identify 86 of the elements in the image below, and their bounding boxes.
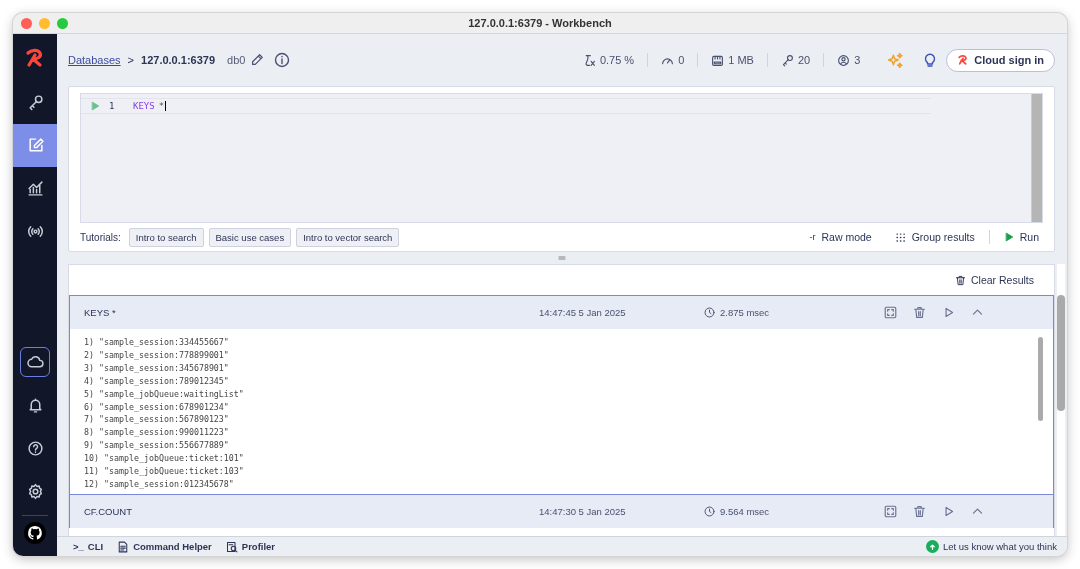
play-icon — [942, 306, 955, 319]
fullscreen-button[interactable] — [884, 306, 897, 319]
databases-link[interactable]: Databases — [68, 54, 121, 66]
duration: 2.875 msec — [720, 307, 770, 318]
logo-icon — [957, 54, 970, 66]
trash-icon — [954, 274, 966, 286]
clear-results-button[interactable]: Clear Results — [948, 273, 1040, 287]
key-icon — [780, 53, 794, 67]
delete-button[interactable] — [913, 505, 926, 518]
output-line: 9) "sample_session:556677889" — [84, 439, 230, 453]
edit-icon — [26, 137, 44, 154]
stat-value: 1 MB — [728, 54, 754, 66]
duration: 9.564 msec — [720, 506, 770, 517]
feedback-link[interactable]: Let us know what you think — [925, 540, 1057, 553]
broadcast-icon — [26, 223, 44, 240]
output-line: 2) "sample_session:778899001" — [84, 348, 230, 362]
play-icon — [1003, 232, 1014, 243]
group-results-button[interactable]: Group results — [885, 231, 984, 244]
chart-icon — [26, 180, 44, 197]
breadcrumb-separator: > — [127, 54, 135, 66]
close-button[interactable] — [21, 17, 32, 29]
stat-value: 0 — [678, 54, 685, 66]
scrollbar[interactable] — [1031, 94, 1042, 223]
help-icon — [26, 440, 44, 457]
scrollbar[interactable] — [1038, 337, 1043, 421]
result-header[interactable]: CF.COUNT 14:47:30 5 Jan 2025 9.564 msec — [70, 495, 1053, 528]
trash-icon — [913, 505, 926, 518]
github-button[interactable] — [24, 522, 46, 544]
command-text: KEYS * — [84, 307, 117, 318]
rerun-button[interactable] — [942, 505, 955, 518]
profiler-icon — [225, 540, 238, 553]
run-button[interactable]: Run — [994, 231, 1043, 244]
output-line: 3) "sample_session:345678901" — [84, 361, 230, 375]
clock-icon — [704, 506, 715, 517]
profiler-tab[interactable]: Profiler — [225, 540, 276, 553]
output-line: 10) "sample_jobQueue:ticket:101" — [84, 452, 245, 466]
grid-icon — [894, 231, 906, 243]
code-line: KEYS * — [133, 101, 167, 111]
cli-tab[interactable]: >_ CLI — [73, 540, 104, 553]
info-icon[interactable] — [274, 52, 291, 68]
timestamp: 14:47:45 5 Jan 2025 — [539, 307, 627, 318]
code-editor[interactable]: 1 KEYS * — [80, 93, 1043, 224]
memory-icon — [711, 53, 725, 67]
raw-mode-button[interactable]: -r Raw mode — [800, 231, 881, 244]
output-line: 4) "sample_session:789012345" — [84, 374, 230, 388]
rerun-button[interactable] — [942, 306, 955, 319]
output-line: 8) "sample_session:990011223" — [84, 426, 230, 440]
tutorial-button[interactable]: Intro to search — [128, 227, 204, 247]
delete-button[interactable] — [913, 306, 926, 319]
scrollbar[interactable] — [1057, 295, 1065, 411]
stat-value: 0.75 % — [599, 54, 635, 66]
command-helper-tab[interactable]: Command Helper — [117, 540, 212, 553]
document-icon — [117, 540, 130, 553]
tutorial-button[interactable]: Intro to vector search — [296, 227, 400, 247]
fullscreen-icon — [884, 306, 897, 319]
command-text: CF.COUNT — [84, 506, 134, 517]
settings-icon — [26, 483, 44, 500]
pencil-icon[interactable] — [250, 53, 265, 67]
cloud-sign-in-button[interactable]: Cloud sign in — [946, 48, 1055, 72]
user-icon — [837, 53, 851, 67]
fullscreen-button[interactable] — [884, 505, 897, 518]
tutorials-label: Tutorials: — [80, 231, 121, 243]
timestamp: 14:47:30 5 Jan 2025 — [539, 506, 627, 517]
stat-value: 20 — [797, 54, 811, 66]
trash-icon — [913, 306, 926, 319]
database-name: 127.0.0.1:6379 — [141, 54, 216, 66]
tutorial-button[interactable]: Basic use cases — [208, 227, 292, 247]
cloud-button[interactable] — [20, 347, 50, 377]
output-line: 11) "sample_jobQueue:ticket:103" — [84, 465, 245, 478]
github-icon — [27, 525, 43, 541]
output-line: 6) "sample_session:678901234" — [84, 400, 230, 414]
stat-value: 3 — [854, 54, 861, 66]
db-index: db0 — [227, 54, 246, 66]
play-icon — [942, 505, 955, 518]
output-line: 1) "sample_session:334455667" — [84, 336, 230, 349]
line-number: 1 — [109, 101, 116, 111]
window-title: 127.0.0.1:6379 - Workbench — [468, 17, 612, 29]
fullscreen-icon — [884, 505, 897, 518]
feedback-icon — [927, 542, 937, 551]
output-line: 12) "sample_session:012345678" — [84, 477, 235, 491]
cpu-icon — [582, 53, 596, 67]
clock-icon — [704, 307, 715, 318]
output-line: 5) "sample_jobQueue:waitingList" — [84, 387, 245, 401]
output-line: 7) "sample_session:567890123" — [84, 413, 230, 427]
bell-icon — [26, 397, 44, 414]
result-header[interactable]: KEYS * 14:47:45 5 Jan 2025 2.875 msec — [70, 296, 1053, 329]
